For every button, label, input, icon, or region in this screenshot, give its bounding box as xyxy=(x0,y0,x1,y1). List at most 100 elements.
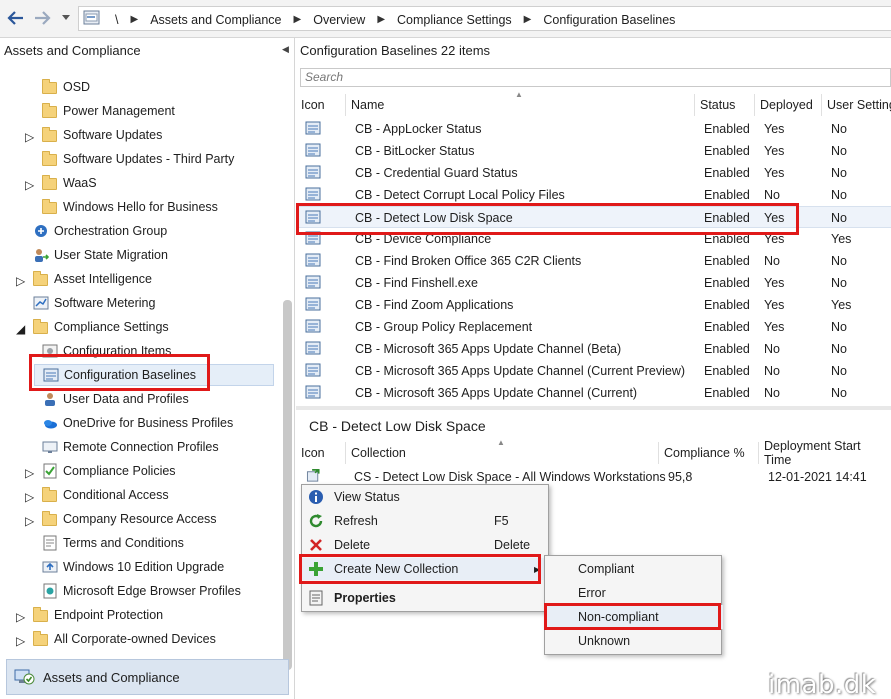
submenu-item-compliant[interactable]: Compliant xyxy=(545,557,723,581)
nav-item-label: Compliance Settings xyxy=(54,320,169,334)
nav-item-company-resource-access[interactable]: Company Resource Access xyxy=(42,508,217,530)
baseline-user-setting: No xyxy=(831,320,847,334)
breadcrumb-root[interactable]: \ xyxy=(109,13,124,27)
baseline-name: CB - Microsoft 365 Apps Update Channel (… xyxy=(355,386,638,400)
nav-item-compliance-policies[interactable]: Compliance Policies xyxy=(42,460,176,482)
workspace-label: Assets and Compliance xyxy=(43,669,180,685)
nav-item-waas[interactable]: WaaS xyxy=(42,172,97,194)
submenu-item-unknown[interactable]: Unknown xyxy=(545,629,723,653)
results-header: Configuration Baselines 22 items xyxy=(300,43,491,58)
navigation-scrollbar-thumb[interactable] xyxy=(283,300,292,670)
console-icon xyxy=(83,10,100,25)
expand-arrow-icon[interactable]: ▷ xyxy=(25,490,34,504)
forward-button[interactable] xyxy=(31,7,53,29)
nav-item-onedrive-for-business-profiles[interactable]: OneDrive for Business Profiles xyxy=(42,412,233,434)
breadcrumb-separator-icon[interactable]: ▶ xyxy=(518,14,538,25)
expanded-arrow-icon[interactable]: ◢ xyxy=(16,322,25,336)
nav-item-compliance-settings[interactable]: Compliance Settings xyxy=(33,316,169,338)
address-bar[interactable]: \ ▶ Assets and Compliance ▶ Overview ▶ C… xyxy=(78,6,891,31)
back-arrow-icon xyxy=(7,11,23,25)
baseline-status: Enabled xyxy=(704,254,750,268)
assets-compliance-icon xyxy=(14,669,35,685)
nav-item-microsoft-edge-browser-profiles[interactable]: Microsoft Edge Browser Profiles xyxy=(42,580,241,602)
nav-item-osd[interactable]: OSD xyxy=(42,76,90,98)
nav-item-label: User Data and Profiles xyxy=(63,392,189,406)
breadcrumb-compliance-settings[interactable]: Compliance Settings xyxy=(391,13,518,27)
collapse-pane-icon[interactable]: ◀ xyxy=(282,44,289,55)
menu-item-properties[interactable]: Properties xyxy=(302,587,550,609)
baseline-name: CB - BitLocker Status xyxy=(355,144,475,158)
nav-item-label: Power Management xyxy=(63,104,175,118)
baseline-status: Enabled xyxy=(704,122,750,136)
baseline-user-setting: Yes xyxy=(831,298,852,312)
breadcrumb-assets-and-compliance[interactable]: Assets and Compliance xyxy=(144,13,287,27)
nav-item-windows-10-edition-upgrade[interactable]: Windows 10 Edition Upgrade xyxy=(42,556,224,578)
nav-item-label: Terms and Conditions xyxy=(63,536,184,550)
expand-arrow-icon[interactable]: ▷ xyxy=(25,130,34,144)
nav-item-orchestration-group[interactable]: Orchestration Group xyxy=(33,220,167,242)
breadcrumb-separator-icon[interactable]: ▶ xyxy=(371,14,391,25)
baseline-deployed: No xyxy=(764,364,780,378)
nav-item-remote-connection-profiles[interactable]: Remote Connection Profiles xyxy=(42,436,219,458)
menu-item-refresh[interactable]: Refresh F5 xyxy=(302,510,550,532)
table-row[interactable]: CB - Find Finshell.exe Enabled Yes No xyxy=(296,272,891,294)
baseline-user-setting: No xyxy=(831,342,847,356)
search-input[interactable]: Search xyxy=(300,68,891,87)
detail-column-header-start-time[interactable]: Deployment Start Time xyxy=(759,439,891,467)
nav-item-software-metering[interactable]: Software Metering xyxy=(33,292,155,314)
folder-icon xyxy=(33,319,49,335)
column-header-icon[interactable]: Icon xyxy=(296,94,346,116)
table-row[interactable]: CB - AppLocker Status Enabled Yes No xyxy=(296,118,891,140)
nav-item-windows-hello-for-business[interactable]: Windows Hello for Business xyxy=(42,196,218,218)
detail-column-header-icon[interactable]: Icon xyxy=(296,442,346,464)
table-row[interactable]: CB - BitLocker Status Enabled Yes No xyxy=(296,140,891,162)
user-migration-icon xyxy=(33,247,50,263)
folder-icon xyxy=(42,151,58,167)
column-header-status[interactable]: Status xyxy=(695,94,755,116)
breadcrumb-configuration-baselines[interactable]: Configuration Baselines xyxy=(537,13,681,27)
workspace-button-assets-and-compliance[interactable]: Assets and Compliance xyxy=(6,659,289,695)
menu-item-delete[interactable]: Delete Delete xyxy=(302,534,550,556)
nav-item-software-updates[interactable]: Software Updates xyxy=(42,124,162,146)
expand-arrow-icon[interactable]: ▷ xyxy=(16,610,25,624)
nav-item-all-corporate-owned-devices[interactable]: All Corporate-owned Devices xyxy=(33,628,216,650)
nav-item-asset-intelligence[interactable]: Asset Intelligence xyxy=(33,268,152,290)
nav-item-terms-and-conditions[interactable]: Terms and Conditions xyxy=(42,532,184,554)
expand-arrow-icon[interactable]: ▷ xyxy=(25,178,34,192)
detail-column-header-compliance[interactable]: Compliance % xyxy=(659,442,759,464)
expand-arrow-icon[interactable]: ▷ xyxy=(16,634,25,648)
baseline-deployed: Yes xyxy=(764,276,785,290)
column-header-user-setting[interactable]: User Setting xyxy=(822,94,891,116)
nav-item-software-updates-third-party[interactable]: Software Updates - Third Party xyxy=(42,148,234,170)
menu-label: Delete xyxy=(334,538,371,552)
baseline-icon xyxy=(305,143,321,157)
table-row[interactable]: CB - Microsoft 365 Apps Update Channel (… xyxy=(296,360,891,382)
nav-item-power-management[interactable]: Power Management xyxy=(42,100,175,122)
back-button[interactable] xyxy=(5,7,27,29)
nav-item-endpoint-protection[interactable]: Endpoint Protection xyxy=(33,604,163,626)
expand-arrow-icon[interactable]: ▷ xyxy=(16,274,25,288)
submenu-item-error[interactable]: Error xyxy=(545,581,723,605)
context-menu: View Status Refresh F5 Delete Delete Cre… xyxy=(301,484,550,612)
pane-splitter[interactable] xyxy=(296,406,891,410)
nav-item-conditional-access[interactable]: Conditional Access xyxy=(42,484,169,506)
breadcrumb-overview[interactable]: Overview xyxy=(307,13,371,27)
table-row[interactable]: CB - Credential Guard Status Enabled Yes No xyxy=(296,162,891,184)
breadcrumb-separator-icon[interactable]: ▶ xyxy=(124,14,144,25)
nav-item-user-data-and-profiles[interactable]: User Data and Profiles xyxy=(42,388,189,410)
column-header-deployed[interactable]: Deployed xyxy=(755,94,822,116)
menu-item-view-status[interactable]: View Status xyxy=(302,486,550,508)
chevron-down-icon xyxy=(62,15,70,20)
nav-item-label: OneDrive for Business Profiles xyxy=(63,416,234,430)
table-row[interactable]: CB - Group Policy Replacement Enabled Yes N… xyxy=(296,316,891,338)
nav-item-user-state-migration[interactable]: User State Migration xyxy=(33,244,168,266)
table-row[interactable]: CB - Find Broken Office 365 C2R Clients E… xyxy=(296,250,891,272)
history-dropdown-button[interactable] xyxy=(58,7,74,29)
expand-arrow-icon[interactable]: ▷ xyxy=(25,514,34,528)
breadcrumb-separator-icon[interactable]: ▶ xyxy=(288,14,308,25)
table-row[interactable]: CB - Microsoft 365 Apps Update Channel (… xyxy=(296,382,891,404)
table-row[interactable]: CB - Microsoft 365 Apps Update Channel (… xyxy=(296,338,891,360)
expand-arrow-icon[interactable]: ▷ xyxy=(25,466,34,480)
table-row[interactable]: CB - Find Zoom Applications Enabled Yes Yes xyxy=(296,294,891,316)
baseline-status: Enabled xyxy=(704,364,750,378)
